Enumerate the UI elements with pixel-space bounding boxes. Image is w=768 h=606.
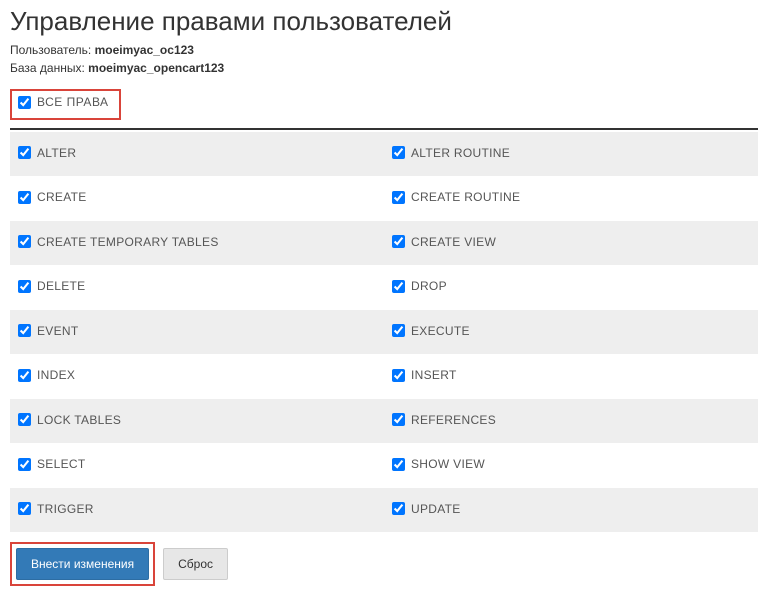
privilege-name: REFERENCES	[411, 413, 496, 427]
db-value: moeimyac_opencart123	[88, 61, 224, 75]
privilege-checkbox[interactable]	[392, 324, 405, 337]
db-label: База данных:	[10, 61, 85, 75]
privilege-label[interactable]: CREATE VIEW	[392, 235, 496, 249]
privilege-checkbox[interactable]	[18, 324, 31, 337]
privilege-label[interactable]: ALTER ROUTINE	[392, 146, 510, 160]
privilege-checkbox[interactable]	[392, 502, 405, 515]
privilege-label[interactable]: ALTER	[18, 146, 76, 160]
privilege-label[interactable]: UPDATE	[392, 502, 461, 516]
privilege-name: INDEX	[37, 368, 75, 382]
privilege-label[interactable]: SELECT	[18, 457, 85, 471]
privileges-table: ALTERALTER ROUTINECREATECREATE ROUTINECR…	[10, 132, 758, 533]
user-line: Пользователь: moeimyac_oc123	[10, 43, 758, 57]
privilege-name: DROP	[411, 279, 447, 293]
privilege-label[interactable]: REFERENCES	[392, 413, 496, 427]
privilege-row: INDEX INSERT	[10, 354, 758, 399]
privilege-row: ALTER ALTER ROUTINE	[10, 132, 758, 177]
user-value: moeimyac_oc123	[95, 43, 194, 57]
privilege-checkbox[interactable]	[18, 502, 31, 515]
privilege-row: SELECT SHOW VIEW	[10, 443, 758, 488]
privilege-label[interactable]: SHOW VIEW	[392, 457, 485, 471]
db-line: База данных: moeimyac_opencart123	[10, 61, 758, 75]
reset-button[interactable]: Сброс	[163, 548, 228, 580]
privilege-name: DELETE	[37, 279, 85, 293]
privilege-name: EVENT	[37, 324, 79, 338]
all-rights-label[interactable]: ВСЕ ПРАВА	[18, 95, 109, 109]
privilege-checkbox[interactable]	[392, 458, 405, 471]
submit-button[interactable]: Внести изменения	[16, 548, 149, 580]
privilege-checkbox[interactable]	[392, 146, 405, 159]
privilege-label[interactable]: DELETE	[18, 279, 85, 293]
privilege-row: EVENT EXECUTE	[10, 310, 758, 355]
privilege-checkbox[interactable]	[392, 235, 405, 248]
privilege-name: SHOW VIEW	[411, 457, 485, 471]
privilege-checkbox[interactable]	[18, 235, 31, 248]
privilege-label[interactable]: EXECUTE	[392, 324, 470, 338]
privilege-label[interactable]: INSERT	[392, 368, 457, 382]
actions-bar: Внести изменения Сброс	[10, 542, 758, 586]
privilege-name: ALTER ROUTINE	[411, 146, 510, 160]
privilege-row: CREATE CREATE ROUTINE	[10, 176, 758, 221]
privilege-label[interactable]: CREATE ROUTINE	[392, 190, 520, 204]
privilege-name: UPDATE	[411, 502, 461, 516]
privilege-name: CREATE VIEW	[411, 235, 496, 249]
privilege-name: SELECT	[37, 457, 85, 471]
privilege-label[interactable]: CREATE TEMPORARY TABLES	[18, 235, 219, 249]
privilege-checkbox[interactable]	[392, 191, 405, 204]
user-label: Пользователь:	[10, 43, 91, 57]
privilege-checkbox[interactable]	[392, 413, 405, 426]
privilege-name: TRIGGER	[37, 502, 94, 516]
privilege-row: DELETE DROP	[10, 265, 758, 310]
privilege-name: INSERT	[411, 368, 457, 382]
privilege-name: CREATE	[37, 190, 87, 204]
privilege-checkbox[interactable]	[18, 413, 31, 426]
privilege-row: CREATE TEMPORARY TABLES CREATE VIEW	[10, 221, 758, 266]
privilege-label[interactable]: DROP	[392, 279, 447, 293]
all-rights-checkbox[interactable]	[18, 96, 31, 109]
privilege-checkbox[interactable]	[18, 280, 31, 293]
privilege-name: LOCK TABLES	[37, 413, 121, 427]
privilege-checkbox[interactable]	[18, 191, 31, 204]
privilege-checkbox[interactable]	[18, 369, 31, 382]
privilege-name: ALTER	[37, 146, 76, 160]
all-rights-text: ВСЕ ПРАВА	[37, 95, 109, 109]
privilege-label[interactable]: EVENT	[18, 324, 79, 338]
divider	[10, 128, 758, 130]
privilege-checkbox[interactable]	[392, 280, 405, 293]
privilege-row: TRIGGER UPDATE	[10, 488, 758, 533]
privilege-label[interactable]: LOCK TABLES	[18, 413, 121, 427]
privilege-name: CREATE TEMPORARY TABLES	[37, 235, 219, 249]
privilege-label[interactable]: CREATE	[18, 190, 87, 204]
privilege-name: CREATE ROUTINE	[411, 190, 520, 204]
privilege-label[interactable]: TRIGGER	[18, 502, 94, 516]
page-title: Управление правами пользователей	[10, 6, 758, 37]
privilege-checkbox[interactable]	[18, 458, 31, 471]
privilege-label[interactable]: INDEX	[18, 368, 75, 382]
privilege-checkbox[interactable]	[392, 369, 405, 382]
privilege-checkbox[interactable]	[18, 146, 31, 159]
privilege-row: LOCK TABLES REFERENCES	[10, 399, 758, 444]
submit-highlight: Внести изменения	[10, 542, 155, 586]
all-rights-highlight: ВСЕ ПРАВА	[10, 89, 121, 120]
privilege-name: EXECUTE	[411, 324, 470, 338]
